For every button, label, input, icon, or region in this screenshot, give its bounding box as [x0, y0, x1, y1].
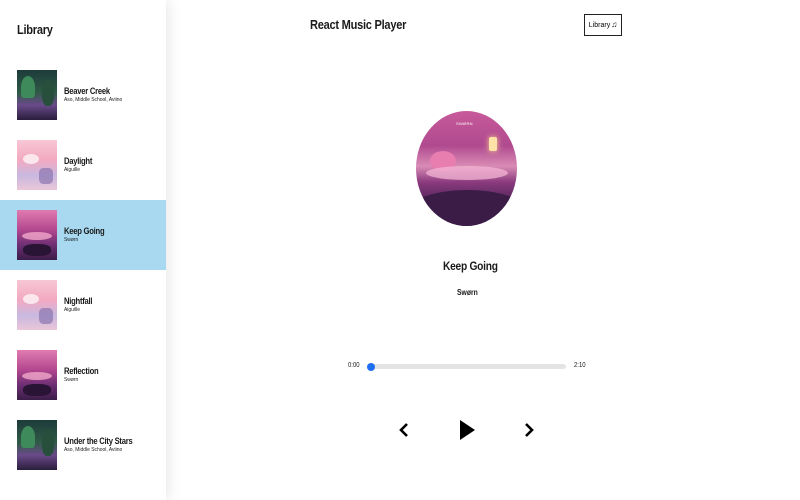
song-artist: Aso, Middle School, Aviino	[64, 96, 123, 103]
next-track-button[interactable]	[521, 420, 537, 440]
library-song-item[interactable]: Beaver Creek Aso, Middle School, Aviino	[0, 60, 166, 130]
seek-slider[interactable]	[367, 362, 566, 371]
song-name: Reflection	[64, 365, 99, 376]
library-song-item[interactable]: Nightfall Aiguille	[0, 270, 166, 340]
album-cover	[17, 140, 57, 190]
library-song-item[interactable]: Daylight Aiguille	[0, 130, 166, 200]
song-artist: Aiguille	[64, 306, 80, 313]
current-time: 0:00	[348, 362, 360, 369]
album-cover	[17, 350, 57, 400]
chevron-left-icon	[399, 423, 408, 437]
track-title: Keep Going	[443, 259, 498, 273]
library-sidebar: Library Beaver Creek Aso, Middle School,…	[0, 0, 166, 500]
song-artist: Swørn	[64, 236, 79, 243]
library-toggle-button[interactable]: Library ♫	[584, 14, 622, 36]
chevron-right-icon	[525, 423, 534, 437]
now-playing-cover: SWØRN	[416, 111, 517, 226]
song-name: Keep Going	[64, 225, 105, 236]
song-artist: Aso, Middle School, Aviino	[64, 446, 123, 453]
library-song-item[interactable]: Under the City Stars Aso, Middle School,…	[0, 410, 166, 480]
play-icon	[460, 420, 475, 440]
song-artist: Swørn	[64, 376, 79, 383]
song-name: Under the City Stars	[64, 435, 133, 446]
album-cover	[17, 210, 57, 260]
library-button-label: Library	[588, 21, 611, 29]
seek-thumb[interactable]	[367, 362, 375, 371]
song-list: Beaver Creek Aso, Middle School, Aviino …	[0, 60, 166, 480]
album-cover	[17, 420, 57, 470]
song-name: Nightfall	[64, 295, 93, 306]
duration: 2:10	[574, 362, 586, 369]
library-song-item[interactable]: Reflection Swørn	[0, 340, 166, 410]
album-cover	[17, 70, 57, 120]
song-name: Daylight	[64, 155, 93, 166]
song-artist: Aiguille	[64, 166, 80, 173]
music-note-icon: ♫	[611, 20, 618, 29]
track-artist: Swørn	[457, 288, 478, 297]
library-title: Library	[17, 22, 53, 37]
previous-track-button[interactable]	[396, 420, 412, 440]
album-cover	[17, 280, 57, 330]
play-button[interactable]	[456, 416, 478, 444]
song-name: Beaver Creek	[64, 85, 110, 96]
cover-label: SWØRN	[456, 121, 473, 126]
app-title: React Music Player	[310, 17, 407, 32]
library-song-item-active[interactable]: Keep Going Swørn	[0, 200, 166, 270]
